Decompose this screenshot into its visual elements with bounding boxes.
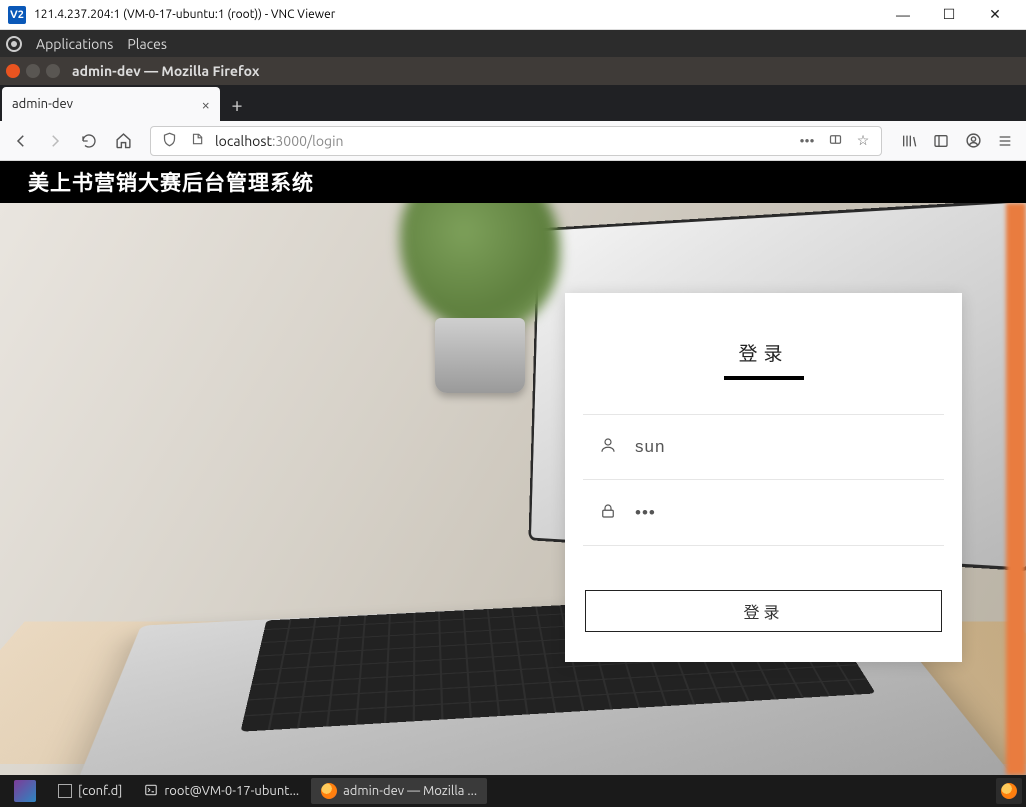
tab-title: admin-dev xyxy=(12,97,202,111)
url-bar[interactable]: localhost:3000/login ••• ☆ xyxy=(150,126,882,156)
tab-close-icon[interactable]: × xyxy=(202,96,210,113)
taskbar-item-label: admin-dev — Mozilla ... xyxy=(343,784,477,798)
account-icon[interactable] xyxy=(958,126,988,156)
vnc-title: 121.4.237.204:1 (VM-0-17-ubuntu:1 (root)… xyxy=(34,8,880,21)
vnc-maximize-button[interactable]: ☐ xyxy=(926,0,972,30)
firefox-window-title: admin-dev — Mozilla Firefox xyxy=(72,63,259,79)
firefox-toolbar: localhost:3000/login ••• ☆ xyxy=(0,121,1026,161)
new-tab-button[interactable]: + xyxy=(220,87,254,121)
password-input[interactable] xyxy=(635,503,928,523)
window-close-button[interactable] xyxy=(6,64,20,78)
reader-icon[interactable] xyxy=(825,132,845,150)
password-field-row xyxy=(583,480,944,546)
site-info-icon[interactable] xyxy=(187,132,207,149)
tray-firefox-icon[interactable] xyxy=(996,778,1022,804)
nav-home-button[interactable] xyxy=(108,126,138,156)
ubuntu-logo-icon[interactable] xyxy=(6,36,22,52)
firefox-titlebar: admin-dev — Mozilla Firefox xyxy=(0,57,1026,85)
taskbar-item-label: root@VM-0-17-ubunt... xyxy=(164,784,299,798)
vnc-logo-icon: V2 xyxy=(8,6,26,24)
show-desktop-icon xyxy=(14,780,36,802)
firefox-icon xyxy=(321,783,337,799)
menu-places[interactable]: Places xyxy=(127,36,167,52)
page-actions-icon[interactable]: ••• xyxy=(797,133,817,149)
firefox-tab-strip: admin-dev × + xyxy=(0,85,1026,121)
user-icon xyxy=(599,436,617,458)
menu-icon[interactable] xyxy=(990,126,1020,156)
vnc-close-button[interactable]: ✕ xyxy=(972,0,1018,30)
login-card: 登录 登录 xyxy=(565,293,962,662)
lock-icon xyxy=(599,502,617,524)
vnc-minimize-button[interactable]: — xyxy=(880,0,926,30)
library-icon[interactable] xyxy=(894,126,924,156)
sidebar-icon[interactable] xyxy=(926,126,956,156)
page-viewport: 美上书营销大赛后台管理系统 登录 登录 xyxy=(0,161,1026,775)
login-button[interactable]: 登录 xyxy=(585,590,942,632)
page-body: 登录 登录 xyxy=(0,203,1026,775)
taskbar-item-label: [conf.d] xyxy=(78,784,122,798)
menu-applications[interactable]: Applications xyxy=(36,36,113,52)
nav-forward-button xyxy=(40,126,70,156)
shield-icon[interactable] xyxy=(159,132,179,150)
folder-icon xyxy=(58,784,72,798)
show-desktop-button[interactable] xyxy=(4,778,46,804)
terminal-icon xyxy=(144,783,158,800)
nav-reload-button[interactable] xyxy=(74,126,104,156)
taskbar-item-firefox[interactable]: admin-dev — Mozilla ... xyxy=(311,778,487,804)
ubuntu-top-bar: Applications Places xyxy=(0,30,1026,57)
browser-tab[interactable]: admin-dev × xyxy=(2,87,220,121)
taskbar: [conf.d] root@VM-0-17-ubunt... admin-dev… xyxy=(0,775,1026,807)
taskbar-item-confd[interactable]: [conf.d] xyxy=(48,778,132,804)
nav-back-button[interactable] xyxy=(6,126,36,156)
vnc-titlebar: V2 121.4.237.204:1 (VM-0-17-ubuntu:1 (ro… xyxy=(0,0,1026,30)
page-title: 美上书营销大赛后台管理系统 xyxy=(0,161,1026,203)
window-maximize-button[interactable] xyxy=(46,64,60,78)
username-input[interactable] xyxy=(635,437,928,457)
username-field-row xyxy=(583,414,944,480)
window-minimize-button[interactable] xyxy=(26,64,40,78)
bookmark-icon[interactable]: ☆ xyxy=(853,132,873,149)
url-text: localhost:3000/login xyxy=(215,133,789,149)
taskbar-item-terminal[interactable]: root@VM-0-17-ubunt... xyxy=(134,778,309,804)
login-tab[interactable]: 登录 xyxy=(583,339,944,380)
